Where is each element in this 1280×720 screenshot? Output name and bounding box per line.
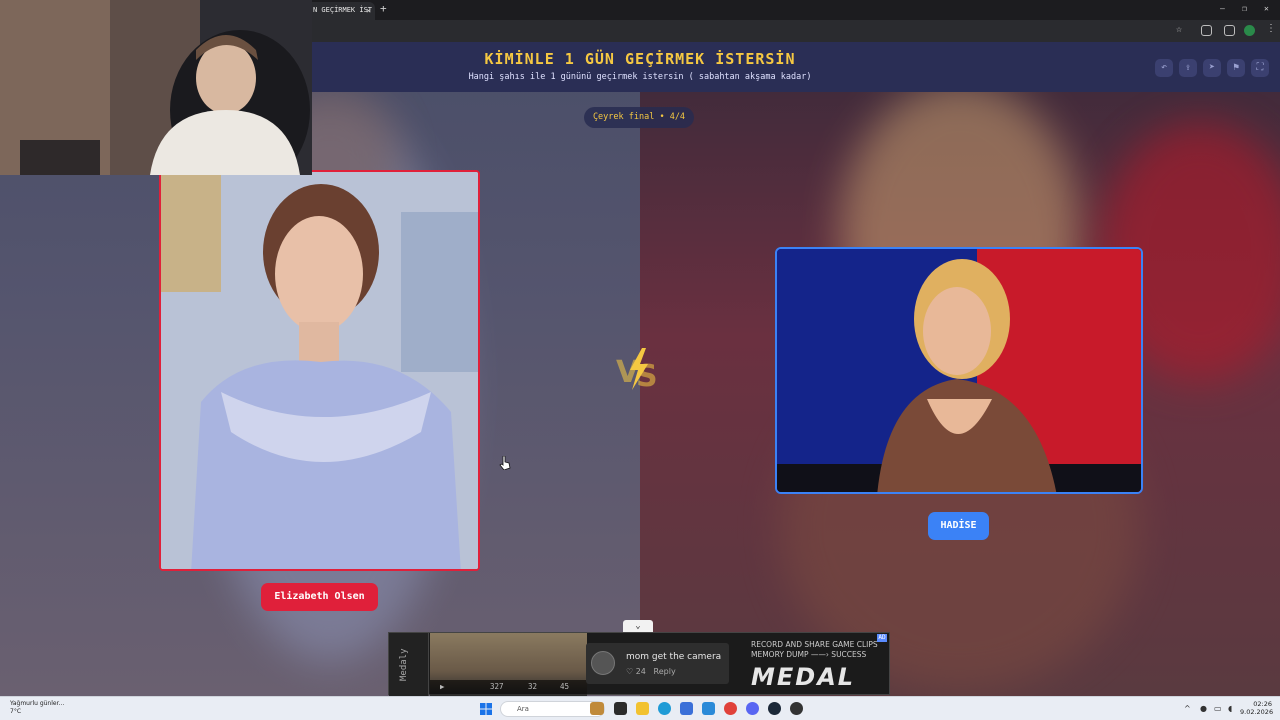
close-window-button[interactable]: ✕ [1264, 4, 1269, 13]
steam-icon[interactable] [768, 702, 781, 715]
left-choice-image [161, 172, 478, 569]
windows-start-icon[interactable] [480, 703, 492, 715]
ad-reply-link[interactable]: Reply [654, 667, 676, 676]
obs-icon[interactable] [790, 702, 803, 715]
send-icon[interactable]: ➤ [1203, 59, 1221, 77]
vs-icon: V S [616, 348, 658, 392]
edge-icon[interactable] [658, 702, 671, 715]
windows-taskbar: Yağmurlu günler... 7°C Ara ^ ● ▭ ◖ 02:26… [0, 696, 1280, 720]
tab-title: N GEÇİRMEK İST [313, 6, 373, 14]
mail-icon[interactable] [702, 702, 715, 715]
hand-cursor-icon [499, 456, 511, 470]
webcam-overlay [0, 0, 312, 175]
heart-icon: ♡ [626, 667, 634, 676]
taskbar-clock[interactable]: 02:26 9.02.2026 [1240, 700, 1273, 716]
file-explorer-icon[interactable] [636, 702, 649, 715]
webcam-feed [0, 0, 312, 175]
bookmark-star-icon[interactable]: ☆ [1176, 24, 1182, 35]
weather-widget[interactable]: Yağmurlu günler... 7°C [10, 700, 64, 716]
tab-close-icon[interactable]: ✕ [366, 2, 371, 19]
ad-shares: 32 [528, 682, 538, 691]
ad-tagline: RECORD AND SHARE GAME CLIPS MEMORY DUMP … [751, 640, 878, 659]
ad-likes: 24 [635, 667, 646, 676]
avatar [591, 651, 615, 675]
flag-icon[interactable]: ⚑ [1227, 59, 1245, 77]
task-view-icon[interactable] [614, 702, 627, 715]
store-icon[interactable] [680, 702, 693, 715]
extension-icon[interactable] [1201, 25, 1212, 36]
discord-icon[interactable] [746, 702, 759, 715]
new-tab-button[interactable]: + [380, 2, 387, 15]
microphone-icon[interactable]: ● [1200, 704, 1207, 713]
extension-icon[interactable] [1224, 25, 1235, 36]
browser-tab[interactable]: N GEÇİRMEK İST ✕ [305, 2, 375, 20]
medal-ad-banner[interactable]: Medaly ▶ 327 32 45 mom get the camera ♡ … [388, 632, 890, 696]
collapse-ad-button[interactable]: ⌄ [623, 620, 653, 632]
chrome-icon[interactable] [724, 702, 737, 715]
ad-comment-card: mom get the camera ♡ 24 Reply [586, 643, 729, 684]
browser-menu-icon[interactable]: ⋮ [1266, 23, 1276, 34]
play-icon: ▶ [440, 682, 445, 691]
undo-icon[interactable]: ↶ [1155, 59, 1173, 77]
share-icon[interactable]: ⇪ [1179, 59, 1197, 77]
right-choice-card[interactable] [775, 247, 1143, 494]
right-choice-button[interactable]: HADİSE [928, 512, 989, 540]
right-choice-image [777, 249, 1141, 492]
ad-comments: 45 [560, 682, 570, 691]
left-choice-card[interactable] [159, 170, 480, 571]
ad-video-thumbnail[interactable]: ▶ 327 32 45 [430, 633, 587, 696]
maximize-button[interactable]: ❐ [1242, 4, 1247, 13]
tray-chevron-icon[interactable]: ^ [1184, 704, 1191, 713]
ad-video-stats: ▶ 327 32 45 [430, 680, 587, 694]
ad-views: 327 [490, 682, 504, 691]
medal-logo: MEDAL [751, 663, 856, 691]
round-badge: Çeyrek final • 4/4 [584, 107, 694, 128]
profile-avatar[interactable] [1244, 25, 1255, 36]
ad-comment-text: mom get the camera [626, 652, 722, 662]
volume-icon[interactable]: ◖ [1228, 704, 1232, 713]
network-icon[interactable]: ▭ [1214, 704, 1222, 713]
ad-close-button[interactable]: AD [877, 634, 887, 642]
ad-comment-meta: ♡ 24 Reply [626, 667, 676, 676]
ad-side-label: Medaly [389, 633, 429, 696]
search-highlight-icon [590, 702, 604, 715]
left-choice-button[interactable]: Elizabeth Olsen [261, 583, 378, 611]
fullscreen-icon[interactable]: ⛶ [1251, 59, 1269, 77]
minimize-button[interactable]: — [1220, 4, 1225, 13]
